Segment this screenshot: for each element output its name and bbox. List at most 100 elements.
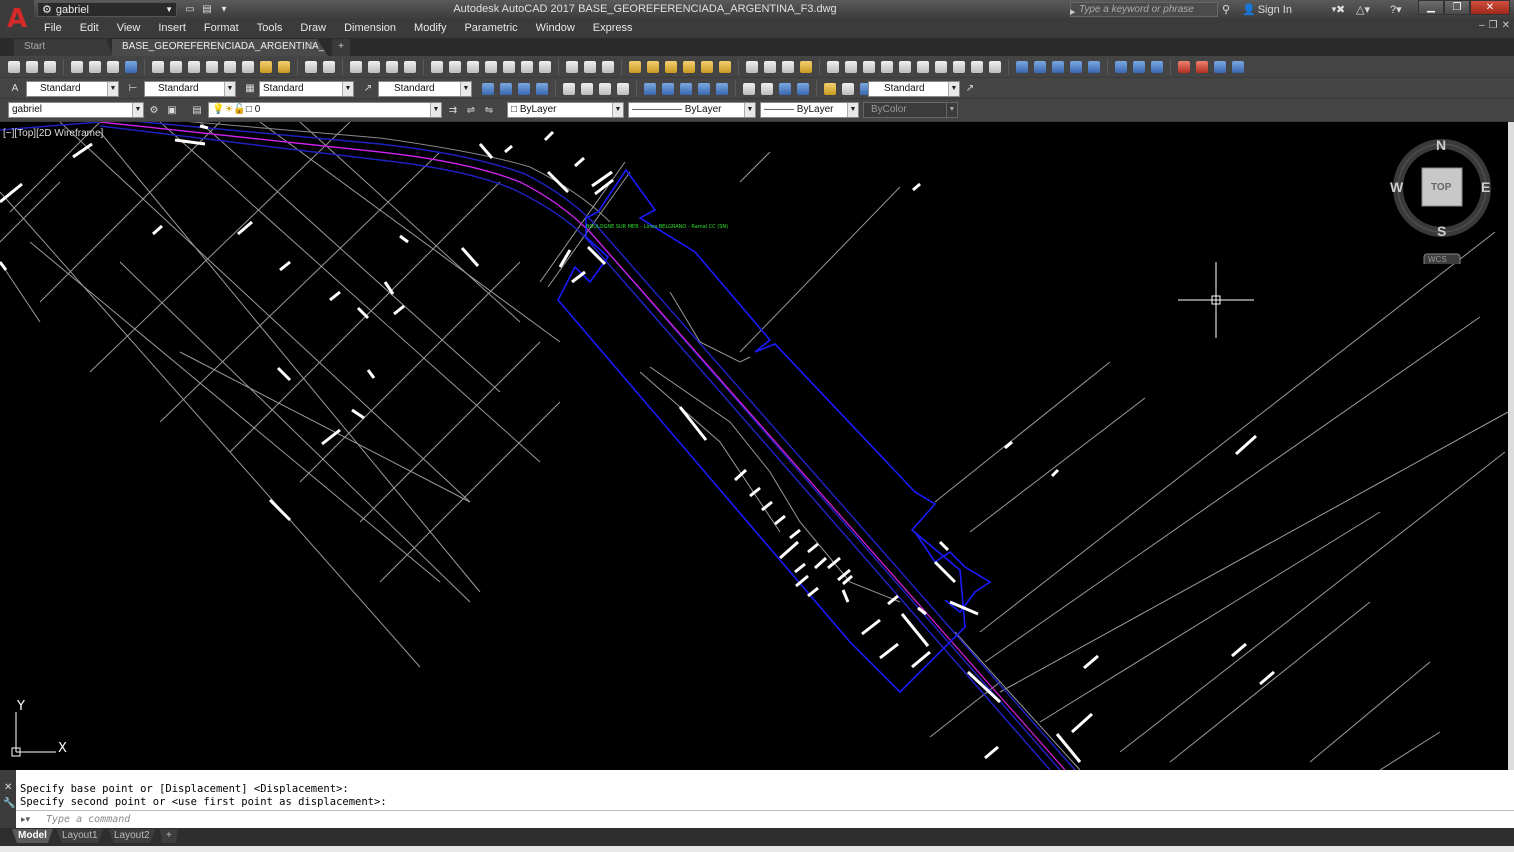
viewport-controls-label[interactable]: [−][Top][2D Wireframe] xyxy=(3,128,103,139)
visual-style-icon[interactable] xyxy=(1115,61,1127,73)
layer-match-icon[interactable] xyxy=(719,61,731,73)
tab-drawing[interactable]: BASE_GEOREFERENCIADA_ARGENTINA_F3* ✕ xyxy=(112,39,328,56)
grid-icon[interactable] xyxy=(764,61,776,73)
linetype-select[interactable]: ――――― ByLayer ▼ xyxy=(628,102,756,118)
text-icon[interactable] xyxy=(242,61,254,73)
calculator-icon[interactable] xyxy=(521,61,533,73)
zoom-previous-icon[interactable] xyxy=(404,61,416,73)
publish-icon[interactable] xyxy=(107,61,119,73)
menu-insert[interactable]: Insert xyxy=(149,19,195,38)
text-style-icon[interactable]: A xyxy=(8,81,22,95)
menu-edit[interactable]: Edit xyxy=(71,19,108,38)
text-style-select[interactable]: Standard ▼ xyxy=(26,81,119,97)
multiline-style-select[interactable]: Standard ▼ xyxy=(868,81,960,97)
open-icon[interactable] xyxy=(26,61,38,73)
hidden-icon[interactable] xyxy=(1133,61,1145,73)
baseline-dim-icon[interactable] xyxy=(662,83,674,95)
layer-states-icon[interactable]: ⚙ xyxy=(147,103,161,117)
orbit-icon[interactable] xyxy=(602,61,614,73)
zoom-realtime-icon[interactable] xyxy=(368,61,380,73)
aligned-dim-icon[interactable] xyxy=(500,83,512,95)
close-icon[interactable]: ✕ xyxy=(4,782,12,793)
make-current-icon[interactable]: ⇉ xyxy=(446,103,460,117)
plot-icon[interactable] xyxy=(71,61,83,73)
rotate-icon[interactable] xyxy=(584,61,596,73)
match-properties-icon[interactable] xyxy=(206,61,218,73)
layer-state-select[interactable]: gabriel ▼ xyxy=(8,102,144,118)
view-front-icon[interactable] xyxy=(1034,61,1046,73)
mleader-style-icon[interactable]: ↗ xyxy=(361,81,375,95)
wrench-icon[interactable]: 🔧 xyxy=(3,798,15,809)
new-icon[interactable] xyxy=(8,61,20,73)
continue-dim-icon[interactable] xyxy=(680,83,692,95)
tolerance-icon[interactable] xyxy=(743,83,755,95)
snap-icon[interactable] xyxy=(746,61,758,73)
dim-space-icon[interactable] xyxy=(698,83,710,95)
doc-minimize-button[interactable]: – xyxy=(1479,20,1485,31)
paste-icon[interactable] xyxy=(188,61,200,73)
menu-window[interactable]: Window xyxy=(527,19,584,38)
menu-modify[interactable]: Modify xyxy=(405,19,455,38)
close-tab-icon[interactable]: ✕ xyxy=(306,39,314,55)
compass-south[interactable]: S xyxy=(1437,223,1446,239)
layer-properties-icon[interactable] xyxy=(629,61,641,73)
layer-manager-icon[interactable]: ▣ xyxy=(165,103,179,117)
diameter-dim-icon[interactable] xyxy=(599,83,611,95)
wedge-icon[interactable] xyxy=(845,61,857,73)
cut-icon[interactable] xyxy=(152,61,164,73)
menu-format[interactable]: Format xyxy=(195,19,248,38)
a360-icon[interactable]: △▾ xyxy=(1356,2,1370,17)
add-layout-button[interactable]: + xyxy=(160,829,178,843)
doc-restore-button[interactable]: ❐ xyxy=(1489,20,1498,31)
layer-previous-icon[interactable]: ⇌ xyxy=(464,103,478,117)
layer-properties-icon[interactable]: ▤ xyxy=(190,103,204,117)
arc-length-icon[interactable] xyxy=(518,83,530,95)
design-center-icon[interactable] xyxy=(449,61,461,73)
cone-icon[interactable] xyxy=(863,61,875,73)
color-select[interactable]: □ ByLayer ▼ xyxy=(507,102,624,118)
realistic-icon[interactable] xyxy=(1151,61,1163,73)
dim-break-icon[interactable] xyxy=(716,83,728,95)
view-top-icon[interactable] xyxy=(1016,61,1028,73)
search-input[interactable]: ▶ Type a keyword or phrase xyxy=(1070,2,1218,17)
ordinate-dim-icon[interactable] xyxy=(536,83,548,95)
jogged-dim-icon[interactable] xyxy=(581,83,593,95)
table-style-select[interactable]: Standard ▼ xyxy=(259,81,354,97)
inspection-icon[interactable] xyxy=(779,83,791,95)
pyramid-icon[interactable] xyxy=(881,61,893,73)
materials-icon[interactable] xyxy=(1214,61,1226,73)
menu-parametric[interactable]: Parametric xyxy=(455,19,526,38)
command-line-handle[interactable]: ✕ 🔧 xyxy=(0,770,16,828)
layer-select[interactable]: 💡☀🔓□ 0 ▼ xyxy=(208,102,442,118)
undo-icon[interactable] xyxy=(305,61,317,73)
menu-file[interactable]: File xyxy=(34,19,71,38)
tab-layout1[interactable]: Layout1 xyxy=(56,829,104,843)
copy-icon[interactable] xyxy=(170,61,182,73)
quick-dim-icon[interactable] xyxy=(644,83,656,95)
block-editor-icon[interactable] xyxy=(224,61,236,73)
drawing-viewport[interactable]: BOULOGNE SUR MER - Línea BELGRANO - Rama… xyxy=(0,122,1508,770)
plot-style-select[interactable]: ByColor ▼ xyxy=(863,102,958,118)
tool-palettes-icon[interactable] xyxy=(467,61,479,73)
center-mark-icon[interactable] xyxy=(761,83,773,95)
dim-style-icon[interactable]: ⊢ xyxy=(126,81,140,95)
compass-west[interactable]: W xyxy=(1390,179,1403,195)
viewcube-top-face[interactable]: TOP xyxy=(1431,182,1451,193)
tab-layout2[interactable]: Layout2 xyxy=(108,829,156,843)
compass-east[interactable]: E xyxy=(1481,179,1490,195)
polar-icon[interactable] xyxy=(800,61,812,73)
redo-icon[interactable] xyxy=(323,61,335,73)
dim-style-select[interactable]: Standard ▼ xyxy=(144,81,236,97)
ortho-icon[interactable] xyxy=(782,61,794,73)
layer-match-icon[interactable]: ⇋ xyxy=(482,103,496,117)
radius-dim-icon[interactable] xyxy=(563,83,575,95)
multiline-icon[interactable]: ↗ xyxy=(963,81,977,95)
dim-text-edit-icon[interactable] xyxy=(842,83,854,95)
application-menu-button[interactable]: A xyxy=(0,0,34,38)
menu-tools[interactable]: Tools xyxy=(248,19,292,38)
menu-view[interactable]: View xyxy=(108,19,150,38)
polysolid-icon[interactable] xyxy=(953,61,965,73)
viewcube[interactable]: N S W E TOP WCS xyxy=(1384,134,1500,267)
layer-off-icon[interactable] xyxy=(665,61,677,73)
revolve-icon[interactable] xyxy=(989,61,1001,73)
